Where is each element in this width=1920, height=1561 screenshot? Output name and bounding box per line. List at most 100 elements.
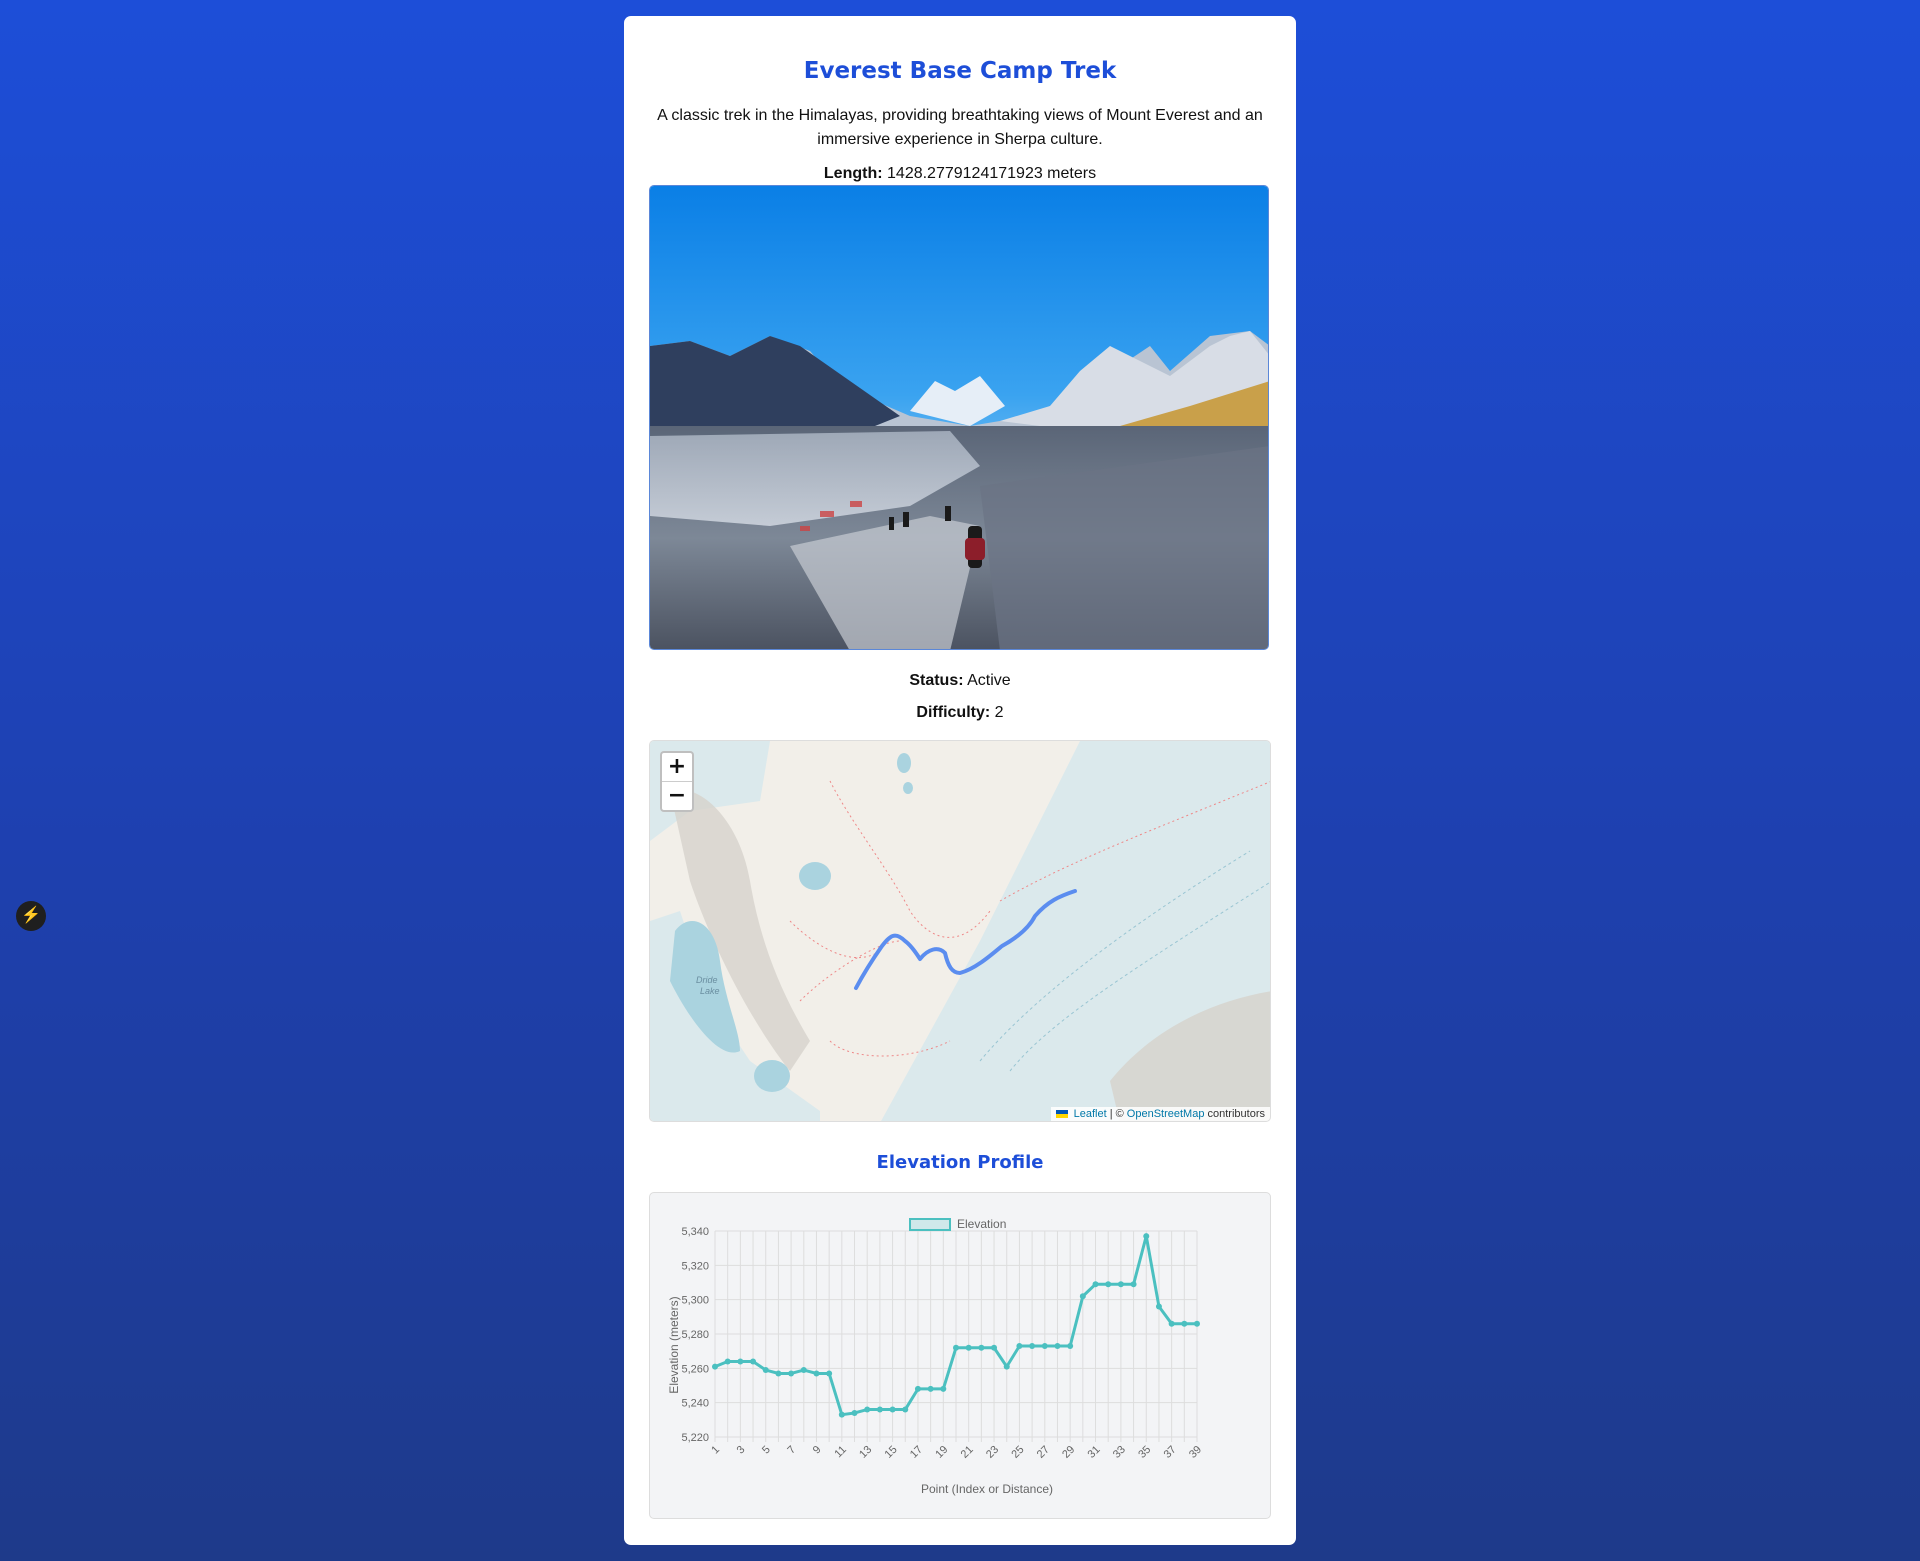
x-tick-label: 11 bbox=[832, 1444, 849, 1461]
elevation-point[interactable] bbox=[1130, 1281, 1137, 1288]
elevation-point[interactable] bbox=[914, 1385, 921, 1392]
zoom-control: + − bbox=[660, 751, 694, 812]
trail-photo bbox=[649, 185, 1269, 650]
elevation-point[interactable] bbox=[902, 1406, 909, 1413]
x-tick-label: 31 bbox=[1086, 1444, 1103, 1461]
x-tick-label: 23 bbox=[984, 1444, 1001, 1461]
attribution-tail: contributors bbox=[1207, 1108, 1265, 1120]
trail-title: Everest Base Camp Trek bbox=[803, 58, 1117, 84]
attribution-separator: | © bbox=[1109, 1108, 1124, 1120]
elevation-point[interactable] bbox=[1016, 1343, 1023, 1350]
x-tick-label: 7 bbox=[785, 1444, 798, 1457]
dev-tools-bolt-icon[interactable]: ⚡ bbox=[16, 901, 46, 931]
trail-length: Length: 1428.2779124171923 meters bbox=[624, 165, 1296, 183]
trail-difficulty: Difficulty: 2 bbox=[624, 704, 1296, 722]
y-tick-labels: 5,340 5,320 5,300 5,280 5,260 5,240 5,220 bbox=[681, 1226, 709, 1444]
legend-swatch bbox=[909, 1218, 951, 1231]
elevation-point[interactable] bbox=[1041, 1343, 1048, 1350]
status-label: Status: bbox=[909, 672, 964, 689]
trail-map[interactable]: Dride Lake + − Leaflet | © OpenStreetMap… bbox=[649, 740, 1271, 1122]
elevation-point[interactable] bbox=[1155, 1303, 1162, 1310]
elevation-point[interactable] bbox=[1067, 1343, 1074, 1350]
elevation-point[interactable] bbox=[1117, 1281, 1124, 1288]
x-tick-label: 27 bbox=[1035, 1444, 1052, 1461]
map-tiles[interactable]: Dride Lake bbox=[650, 741, 1271, 1122]
elevation-point[interactable] bbox=[1029, 1343, 1036, 1350]
elevation-point[interactable] bbox=[864, 1406, 871, 1413]
chart-grid bbox=[714, 1230, 1198, 1442]
mountain-photo bbox=[650, 186, 1268, 649]
trail-description: A classic trek in the Himalayas, providi… bbox=[657, 107, 1263, 148]
x-tick-labels: 1 3 5 7 9 11 13 15 17 19 21 23 25 27 29 31 33 35 37 39 bbox=[709, 1444, 1204, 1461]
zoom-out-button[interactable]: − bbox=[662, 781, 692, 810]
elevation-point[interactable] bbox=[991, 1344, 998, 1351]
x-tick-label: 1 bbox=[709, 1444, 722, 1457]
x-axis-label: Point (Index or Distance) bbox=[921, 1482, 1053, 1496]
y-tick-label: 5,240 bbox=[681, 1398, 709, 1410]
elevation-point[interactable] bbox=[978, 1344, 985, 1351]
x-tick-label: 3 bbox=[735, 1444, 748, 1457]
zoom-in-button[interactable]: + bbox=[662, 753, 692, 781]
x-tick-label: 29 bbox=[1060, 1444, 1077, 1461]
elevation-point[interactable] bbox=[800, 1367, 807, 1374]
elevation-point[interactable] bbox=[788, 1370, 795, 1377]
x-tick-label: 13 bbox=[857, 1444, 874, 1461]
elevation-point[interactable] bbox=[876, 1406, 883, 1413]
x-tick-label: 5 bbox=[760, 1444, 773, 1457]
difficulty-label: Difficulty: bbox=[916, 704, 991, 721]
trail-status: Status: Active bbox=[624, 672, 1296, 690]
x-tick-label: 17 bbox=[908, 1444, 925, 1461]
x-tick-label: 39 bbox=[1187, 1444, 1204, 1461]
elevation-point[interactable] bbox=[813, 1370, 820, 1377]
elevation-point[interactable] bbox=[889, 1406, 896, 1413]
length-value: 1428.2779124171923 meters bbox=[887, 165, 1097, 182]
elevation-point[interactable] bbox=[927, 1385, 934, 1392]
y-tick-label: 5,340 bbox=[681, 1226, 709, 1238]
status-value: Active bbox=[967, 672, 1011, 689]
legend-label: Elevation bbox=[957, 1217, 1006, 1231]
elevation-chart: 5,340 5,320 5,300 5,280 5,260 5,240 5,220 1357… bbox=[649, 1192, 1271, 1519]
elevation-point[interactable] bbox=[953, 1344, 959, 1351]
elevation-chart-svg: 5,3405,3205,3005,2805,2605,2405,220 1357… bbox=[667, 1217, 1204, 1496]
elevation-point[interactable] bbox=[1143, 1233, 1150, 1240]
elevation-point[interactable] bbox=[965, 1344, 972, 1351]
elevation-point[interactable] bbox=[1105, 1281, 1112, 1288]
elevation-point[interactable] bbox=[1054, 1343, 1061, 1350]
difficulty-value: 2 bbox=[994, 704, 1004, 721]
x-tick-label: 15 bbox=[883, 1444, 900, 1461]
y-tick-label: 5,320 bbox=[681, 1260, 709, 1272]
elevation-heading: Elevation Profile bbox=[876, 1152, 1044, 1173]
x-tick-label: 35 bbox=[1136, 1444, 1153, 1461]
lake-label: Dride bbox=[696, 975, 718, 985]
x-tick-label: 37 bbox=[1162, 1444, 1179, 1461]
leaflet-link[interactable]: Leaflet bbox=[1074, 1108, 1107, 1120]
osm-link[interactable]: OpenStreetMap bbox=[1127, 1108, 1205, 1120]
elevation-point[interactable] bbox=[1181, 1320, 1188, 1327]
elevation-point[interactable] bbox=[775, 1370, 782, 1377]
elevation-point[interactable] bbox=[1079, 1293, 1086, 1300]
elevation-point[interactable] bbox=[838, 1411, 845, 1418]
elevation-point[interactable] bbox=[1003, 1363, 1010, 1370]
y-axis-label: Elevation (meters) bbox=[667, 1296, 681, 1393]
elevation-point[interactable] bbox=[762, 1367, 769, 1374]
elevation-point[interactable] bbox=[712, 1363, 718, 1370]
elevation-point[interactable] bbox=[724, 1358, 731, 1365]
ukraine-flag-icon bbox=[1055, 1110, 1068, 1119]
elevation-point[interactable] bbox=[851, 1409, 858, 1416]
length-label: Length: bbox=[823, 165, 883, 182]
y-tick-label: 5,280 bbox=[681, 1329, 709, 1341]
y-tick-label: 5,300 bbox=[681, 1295, 709, 1307]
x-tick-label: 33 bbox=[1111, 1444, 1128, 1461]
elevation-point[interactable] bbox=[1194, 1320, 1200, 1327]
x-tick-label: 21 bbox=[959, 1444, 976, 1461]
elevation-point[interactable] bbox=[750, 1358, 757, 1365]
trail-card: Everest Base Camp Trek A classic trek in… bbox=[624, 16, 1296, 1545]
elevation-point[interactable] bbox=[940, 1385, 947, 1392]
lake-label-2: Lake bbox=[700, 986, 720, 996]
elevation-point[interactable] bbox=[826, 1370, 833, 1377]
x-tick-label: 9 bbox=[811, 1444, 824, 1457]
elevation-point[interactable] bbox=[737, 1358, 744, 1365]
map-attribution: Leaflet | © OpenStreetMap contributors bbox=[1050, 1107, 1270, 1121]
elevation-point[interactable] bbox=[1168, 1320, 1175, 1327]
elevation-point[interactable] bbox=[1092, 1281, 1099, 1288]
